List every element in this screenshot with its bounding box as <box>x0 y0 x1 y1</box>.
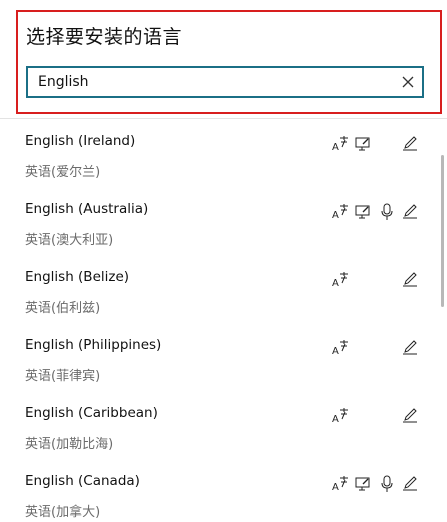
close-icon <box>402 76 414 88</box>
list-scrollbar[interactable] <box>441 155 444 307</box>
handwriting-pen-icon <box>401 407 419 425</box>
language-name: English (Canada) <box>25 473 140 489</box>
language-name: English (Ireland) <box>25 133 136 149</box>
language-picker-dialog: 选择要安装的语言 English (Ireland) 英语(爱尔兰) A <box>0 0 447 522</box>
language-name: English (Philippines) <box>25 337 162 353</box>
svg-text:A: A <box>332 346 339 357</box>
text-to-speech-icon: A <box>332 271 350 289</box>
handwriting-pen-icon <box>401 271 419 289</box>
text-to-speech-icon: A <box>332 475 350 493</box>
language-native-name: 英语(伯利兹) <box>25 301 101 316</box>
handwriting-pen-icon <box>401 339 419 357</box>
svg-text:A: A <box>332 414 339 425</box>
svg-text:A: A <box>332 278 339 289</box>
language-name: English (Caribbean) <box>25 405 158 421</box>
microphone-icon <box>378 203 396 221</box>
text-to-speech-icon: A <box>332 339 350 357</box>
text-to-speech-icon: A <box>332 407 350 425</box>
language-native-name: 英语(爱尔兰) <box>25 165 101 180</box>
dialog-title: 选择要安装的语言 <box>26 26 183 48</box>
handwriting-display-icon <box>354 203 372 221</box>
language-native-name: 英语(菲律宾) <box>25 369 101 384</box>
language-item-english-canada[interactable]: English (Canada) 英语(加拿大) A <box>0 459 440 522</box>
header-highlight-box: 选择要安装的语言 <box>16 10 442 114</box>
handwriting-pen-icon <box>401 203 419 221</box>
language-item-english-belize[interactable]: English (Belize) 英语(伯利兹) A <box>0 255 440 323</box>
language-native-name: 英语(加拿大) <box>25 505 101 520</box>
handwriting-pen-icon <box>401 475 419 493</box>
language-name: English (Belize) <box>25 269 130 285</box>
language-item-english-australia[interactable]: English (Australia) 英语(澳大利亚) A <box>0 187 440 255</box>
svg-text:A: A <box>332 482 339 493</box>
language-item-english-caribbean[interactable]: English (Caribbean) 英语(加勒比海) A <box>0 391 440 459</box>
text-to-speech-icon: A <box>332 135 350 153</box>
language-name: English (Australia) <box>25 201 149 217</box>
search-box[interactable] <box>26 66 424 98</box>
language-item-english-philippines[interactable]: English (Philippines) 英语(菲律宾) A <box>0 323 440 391</box>
handwriting-display-icon <box>354 135 372 153</box>
text-to-speech-icon: A <box>332 203 350 221</box>
clear-search-button[interactable] <box>394 68 422 96</box>
language-native-name: 英语(加勒比海) <box>25 437 114 452</box>
language-list: English (Ireland) 英语(爱尔兰) A English (Aus… <box>0 119 447 522</box>
handwriting-pen-icon <box>401 135 419 153</box>
svg-text:A: A <box>332 142 339 153</box>
svg-text:A: A <box>332 210 339 221</box>
language-native-name: 英语(澳大利亚) <box>25 233 114 248</box>
handwriting-display-icon <box>354 475 372 493</box>
language-item-english-ireland[interactable]: English (Ireland) 英语(爱尔兰) A <box>0 119 440 187</box>
microphone-icon <box>378 475 396 493</box>
search-input[interactable] <box>28 68 394 96</box>
